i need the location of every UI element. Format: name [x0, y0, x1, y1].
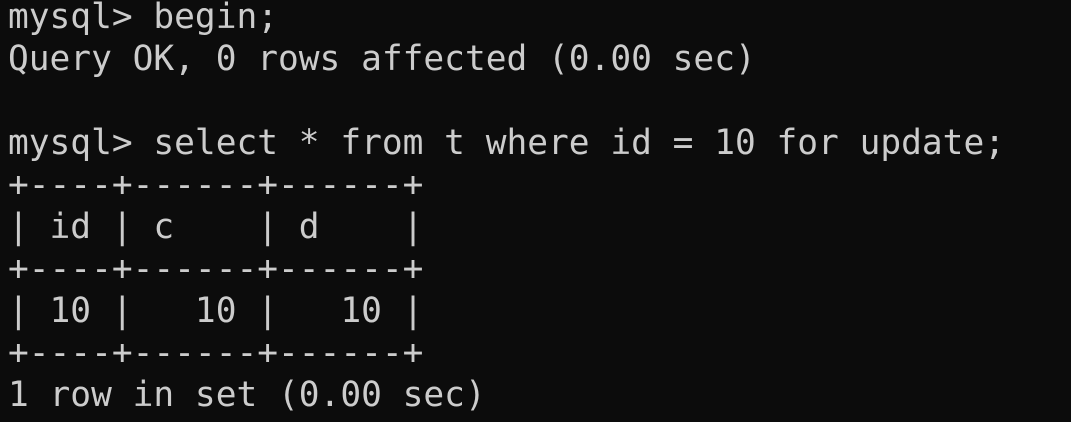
table-border-bottom: +----+------+------+ — [8, 333, 424, 373]
table-header-row: | id | c | d | — [8, 207, 424, 247]
output-query-ok: Query OK, 0 rows affected (0.00 sec) — [8, 39, 756, 79]
command-line-select: mysql> select * from t where id = 10 for… — [8, 123, 1005, 163]
terminal-window[interactable]: mysql> begin; Query OK, 0 rows affected … — [0, 0, 1071, 418]
command-line-begin: mysql> begin; — [8, 0, 279, 37]
table-border-middle: +----+------+------+ — [8, 249, 424, 289]
output-row-count: 1 row in set (0.00 sec) — [8, 375, 486, 415]
table-border-top: +----+------+------+ — [8, 165, 424, 205]
table-row: | 10 | 10 | 10 | — [8, 291, 424, 331]
